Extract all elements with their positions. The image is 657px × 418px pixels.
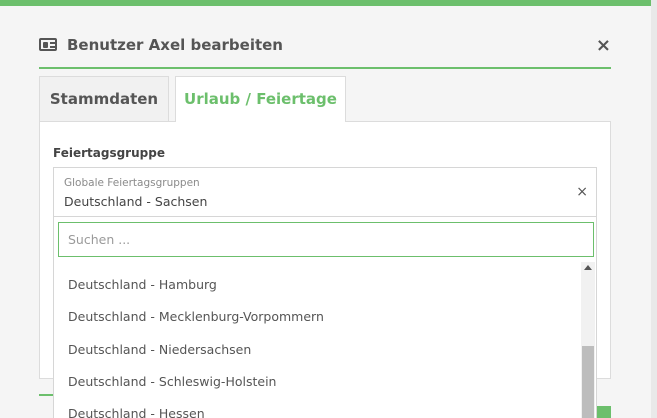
dropdown-scrollbar[interactable] — [581, 262, 595, 418]
dropdown-option[interactable]: Deutschland - Hamburg — [68, 277, 217, 292]
dialog-title: Benutzer Axel bearbeiten — [67, 36, 283, 54]
scrollbar-thumb[interactable] — [582, 346, 594, 418]
select-current-value: Deutschland - Sachsen — [64, 194, 208, 209]
dropdown-option[interactable]: Deutschland - Hessen — [68, 406, 205, 418]
dropdown-option[interactable]: Deutschland - Niedersachsen — [68, 342, 251, 357]
footer-button-edge[interactable] — [597, 406, 611, 418]
holiday-group-select[interactable]: Globale Feiertagsgruppen Deutschland - S… — [53, 167, 597, 217]
dialog-header: Benutzer Axel bearbeiten × — [39, 30, 611, 66]
footer-divider — [39, 394, 53, 396]
dropdown-option[interactable]: Deutschland - Mecklenburg-Vorpommern — [68, 309, 324, 324]
close-icon[interactable]: × — [596, 35, 611, 56]
header-divider — [39, 67, 611, 69]
holiday-group-label: Feiertagsgruppe — [53, 146, 165, 160]
clear-icon[interactable]: × — [576, 184, 588, 200]
scroll-up-icon[interactable] — [584, 265, 592, 270]
id-card-icon — [39, 38, 57, 51]
dropdown-option[interactable]: Deutschland - Schleswig-Holstein — [68, 374, 276, 389]
select-group-label: Globale Feiertagsgruppen — [64, 177, 200, 189]
top-accent-bar — [0, 0, 651, 6]
select-dropdown: Deutschland - Hamburg Deutschland - Meck… — [53, 217, 597, 418]
page-edge-shade — [651, 0, 657, 418]
tab-stammdaten[interactable]: Stammdaten — [39, 76, 169, 121]
search-input[interactable] — [58, 222, 594, 257]
tab-urlaub-feiertage[interactable]: Urlaub / Feiertage — [175, 76, 346, 122]
